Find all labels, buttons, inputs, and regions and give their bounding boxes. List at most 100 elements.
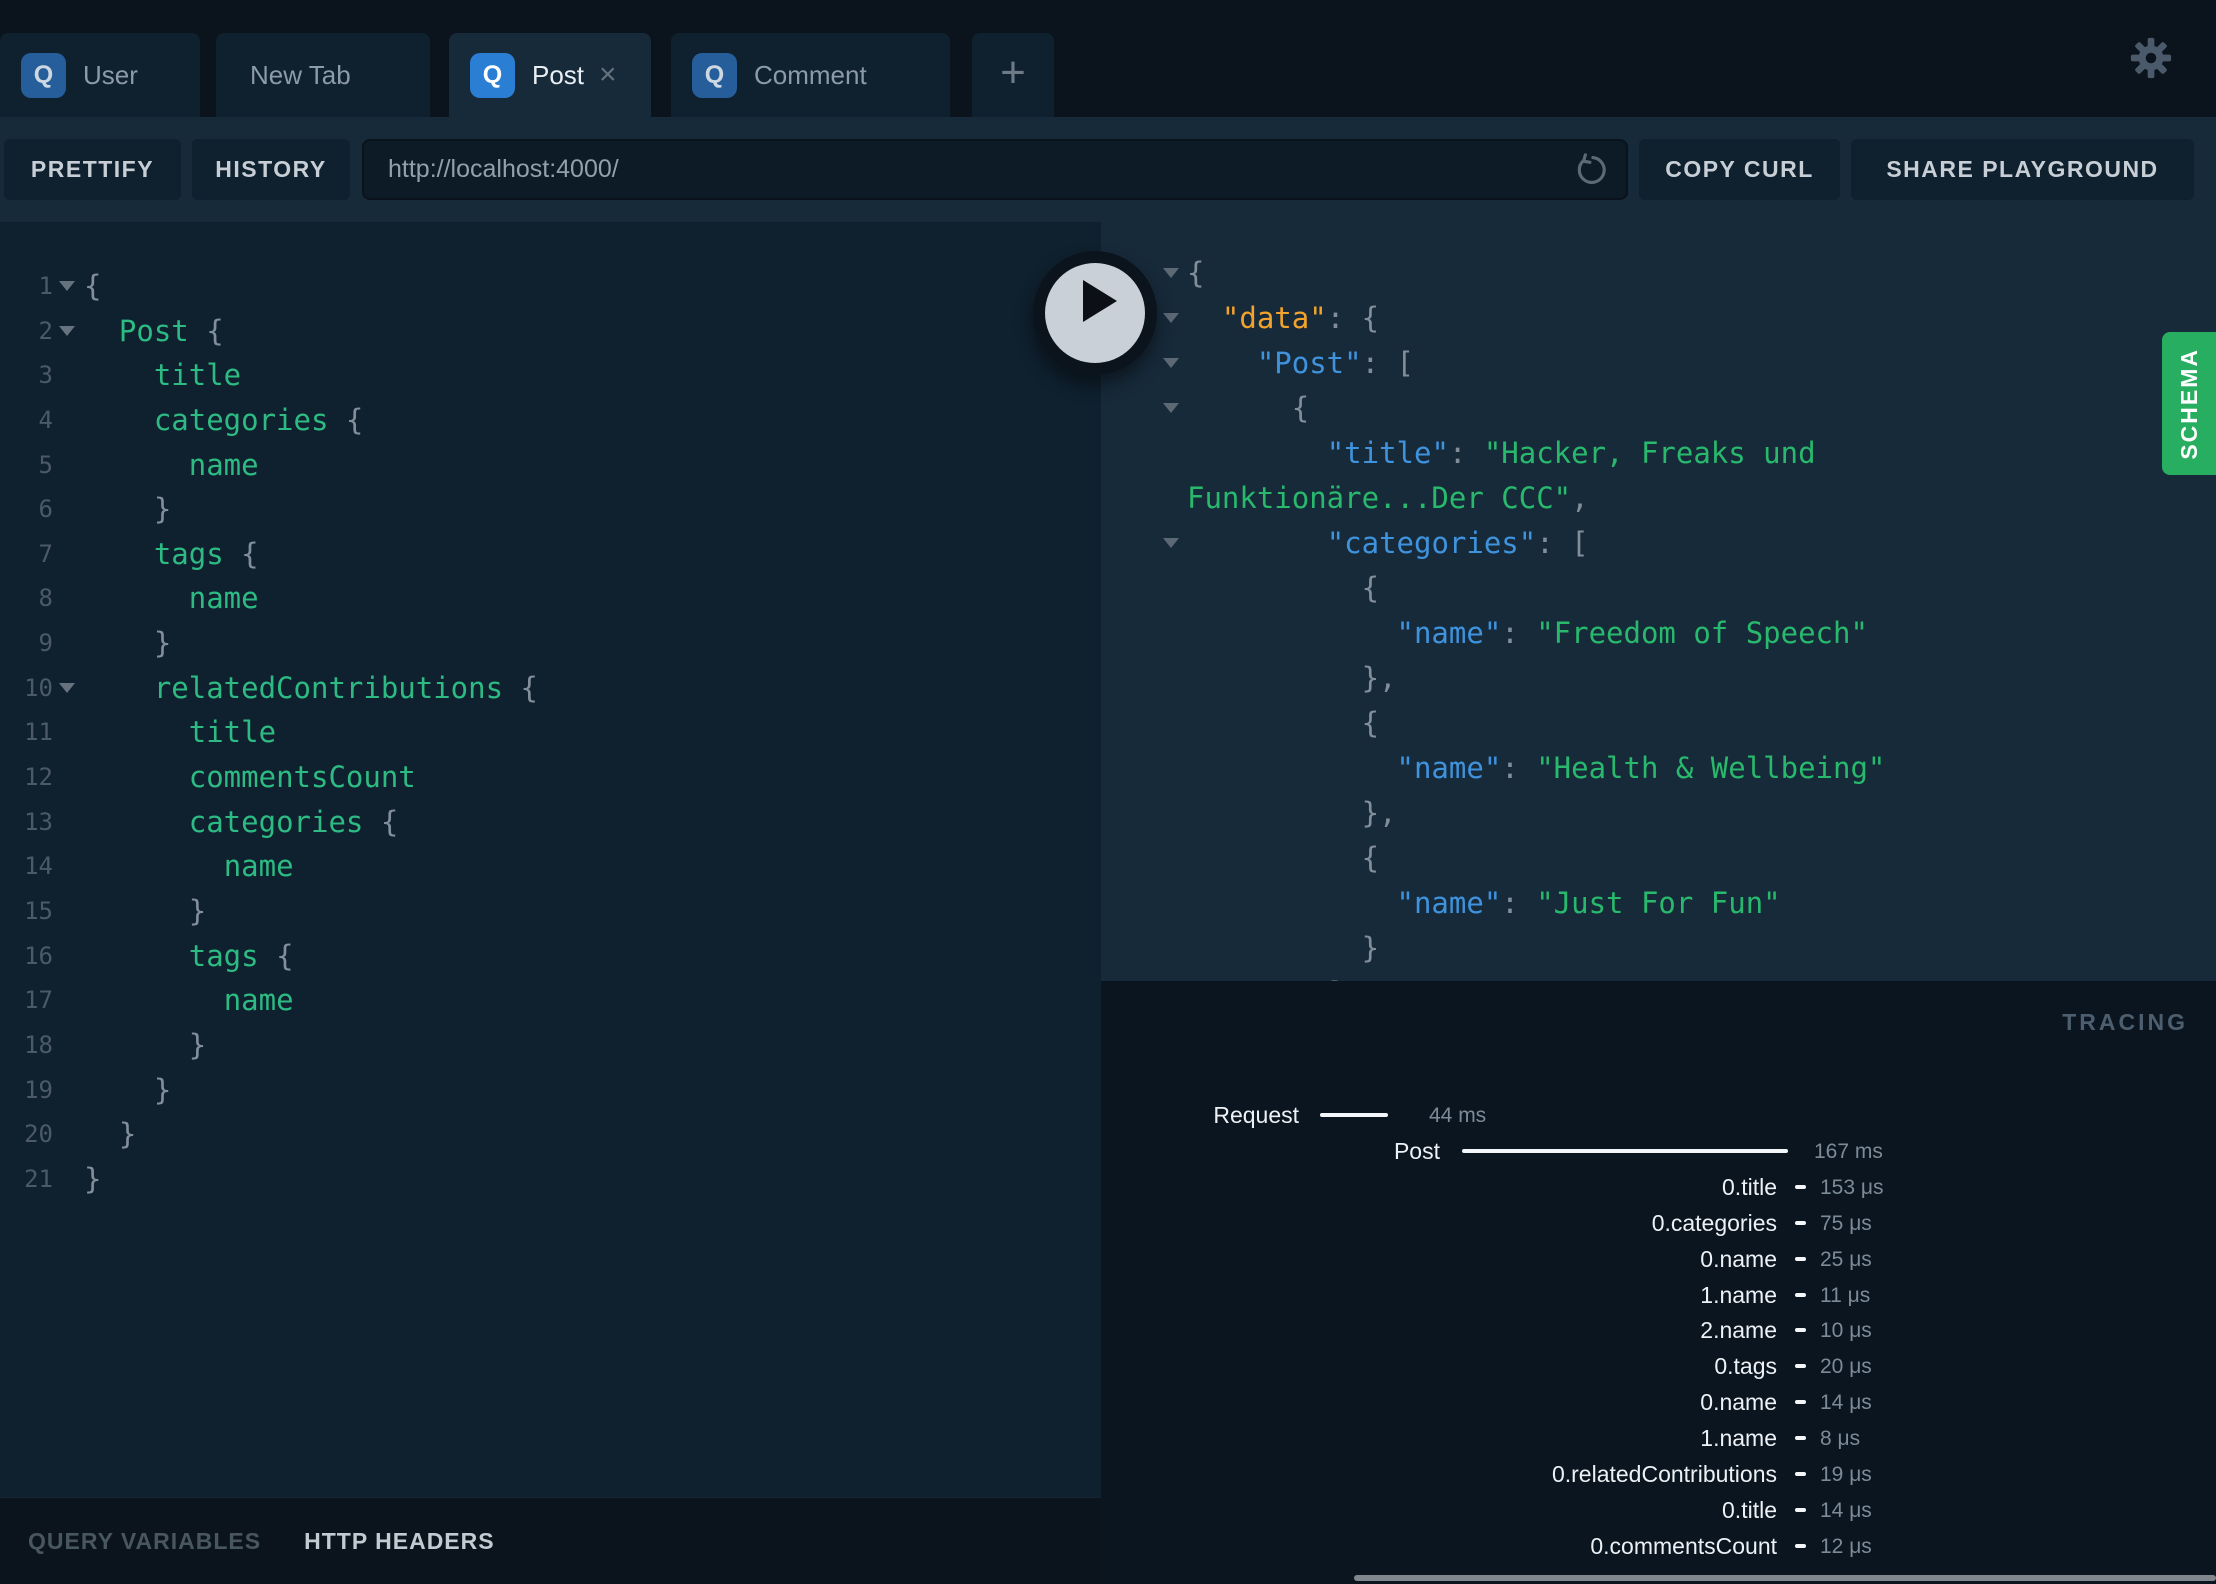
- play-icon: [1083, 280, 1117, 322]
- code-text: }: [84, 1027, 207, 1062]
- query-badge: Q: [21, 52, 66, 98]
- line-number: 13: [24, 807, 53, 836]
- trace-duration-value: 10 μs: [1820, 1319, 1872, 1343]
- trace-duration-bar: [1795, 1436, 1806, 1441]
- endpoint-url-input[interactable]: http://localhost:4000/: [362, 139, 1628, 200]
- response-line: "categories": [: [1101, 521, 2216, 566]
- editor-line: 4 categories {: [0, 398, 1101, 443]
- copy-curl-button[interactable]: COPY CURL: [1639, 139, 1840, 200]
- editor-line: 13 categories {: [0, 800, 1101, 845]
- history-button[interactable]: HISTORY: [192, 139, 350, 200]
- trace-row: 2.name 10 μs: [1101, 1315, 2216, 1345]
- response-line: },: [1101, 656, 2216, 701]
- code-text: name: [223, 849, 294, 884]
- trace-row: 0.relatedContributions 19 μs: [1101, 1459, 2216, 1489]
- response-line: "Post": [: [1101, 341, 2216, 386]
- add-tab-button[interactable]: +: [972, 33, 1054, 117]
- code-text: title: [153, 358, 242, 393]
- plus-icon: +: [1000, 48, 1026, 97]
- schema-tab-label: SCHEMA: [2175, 347, 2202, 460]
- trace-field-label: 0.name: [1700, 1245, 1777, 1272]
- code-text: categories {: [188, 804, 399, 839]
- trace-duration-value: 20 μs: [1820, 1355, 1872, 1379]
- code-text: name: [223, 983, 294, 1018]
- editor-line: 5 name: [0, 443, 1101, 488]
- settings-gear-icon[interactable]: [2128, 35, 2174, 81]
- trace-field-label: Post: [1393, 1137, 1440, 1164]
- fold-arrow-icon[interactable]: [1163, 358, 1179, 368]
- execute-button[interactable]: [1033, 251, 1157, 375]
- query-badge: Q: [470, 52, 515, 98]
- tab-post[interactable]: Q Post ×: [449, 33, 651, 117]
- fold-arrow-icon[interactable]: [1163, 403, 1179, 413]
- code-text: name: [188, 581, 259, 616]
- editor-line: 18 }: [0, 1023, 1101, 1068]
- code-text: {: [1187, 706, 1380, 740]
- trace-row: 0.name 14 μs: [1101, 1387, 2216, 1417]
- fold-arrow-icon[interactable]: [59, 325, 75, 336]
- trace-duration-bar: [1795, 1328, 1806, 1333]
- trace-duration-value: 19 μs: [1820, 1463, 1872, 1486]
- trace-field-label: 0.tags: [1714, 1353, 1777, 1380]
- line-number: 15: [24, 896, 53, 925]
- response-line: "name": "Just For Fun": [1101, 881, 2216, 926]
- code-text: }: [84, 1161, 102, 1196]
- tab-label: User: [83, 59, 138, 90]
- tab-comment[interactable]: Q Comment: [671, 33, 950, 117]
- http-headers-tab[interactable]: HTTP HEADERS: [304, 1528, 495, 1555]
- tracing-title: TRACING: [2062, 1009, 2188, 1035]
- trace-duration-value: 44 ms: [1429, 1104, 1487, 1127]
- fold-arrow-icon[interactable]: [1163, 538, 1179, 548]
- query-variables-tab[interactable]: QUERY VARIABLES: [28, 1528, 261, 1555]
- editor-line: 21}: [0, 1157, 1101, 1202]
- response-line: "name": "Freedom of Speech": [1101, 611, 2216, 656]
- trace-field-label: 1.name: [1700, 1425, 1777, 1452]
- tab-user[interactable]: Q User: [0, 33, 200, 117]
- code-text: }: [84, 1117, 137, 1152]
- response-line: "title": "Hacker, Freaks und: [1101, 431, 2216, 476]
- response-line: {: [1101, 566, 2216, 611]
- line-number: 12: [24, 763, 53, 792]
- editor-line: 14 name: [0, 844, 1101, 889]
- line-number: 18: [24, 1030, 53, 1059]
- trace-duration-value: 14 μs: [1820, 1391, 1872, 1415]
- query-editor[interactable]: 1{2 Post {3 title 4 categories {5 name 6 }…: [0, 222, 1101, 1497]
- trace-duration-bar: [1795, 1400, 1806, 1405]
- fold-arrow-icon[interactable]: [59, 682, 75, 693]
- response-line: {: [1101, 701, 2216, 746]
- line-number: 17: [24, 986, 53, 1015]
- close-tab-icon[interactable]: ×: [599, 60, 617, 90]
- response-line: Funktionäre...Der CCC",: [1101, 476, 2216, 521]
- editor-line: 7 tags {: [0, 532, 1101, 577]
- line-number: 10: [24, 673, 53, 702]
- tab-label: Comment: [754, 59, 867, 90]
- schema-tab[interactable]: SCHEMA: [2162, 332, 2216, 475]
- response-line: {: [1101, 386, 2216, 431]
- trace-row: 0.categories 75 μs: [1101, 1208, 2216, 1238]
- fold-arrow-icon[interactable]: [59, 281, 75, 291]
- code-text: "data": {: [1221, 301, 1380, 335]
- fold-arrow-icon[interactable]: [1163, 268, 1179, 278]
- code-text: }: [84, 893, 207, 928]
- code-text: tags {: [188, 938, 294, 973]
- trace-row: 1.name 11 μs: [1101, 1280, 2216, 1310]
- query-badge: Q: [692, 52, 737, 98]
- reload-schema-icon[interactable]: [1574, 152, 1610, 188]
- code-text: Post {: [118, 313, 224, 348]
- trace-row: 0.title 153 μs: [1101, 1172, 2216, 1202]
- trace-field-label: 2.name: [1700, 1317, 1777, 1344]
- editor-line: 12 commentsCount: [0, 755, 1101, 800]
- editor-line: 1{: [0, 264, 1101, 309]
- horizontal-scrollbar[interactable]: [1354, 1575, 2216, 1581]
- editor-line: 6 }: [0, 487, 1101, 532]
- endpoint-url-value: http://localhost:4000/: [388, 155, 619, 183]
- tab-new-tab[interactable]: New Tab: [216, 33, 430, 117]
- line-number: 7: [38, 539, 53, 568]
- prettify-button[interactable]: PRETTIFY: [4, 139, 181, 200]
- trace-row: 0.name 25 μs: [1101, 1244, 2216, 1274]
- trace-row: 0.commentsCount 12 μs: [1101, 1531, 2216, 1561]
- trace-duration-bar: [1795, 1184, 1806, 1189]
- fold-arrow-icon[interactable]: [1163, 313, 1179, 323]
- editor-line: 20 }: [0, 1112, 1101, 1157]
- share-playground-button[interactable]: SHARE PLAYGROUND: [1851, 139, 2194, 200]
